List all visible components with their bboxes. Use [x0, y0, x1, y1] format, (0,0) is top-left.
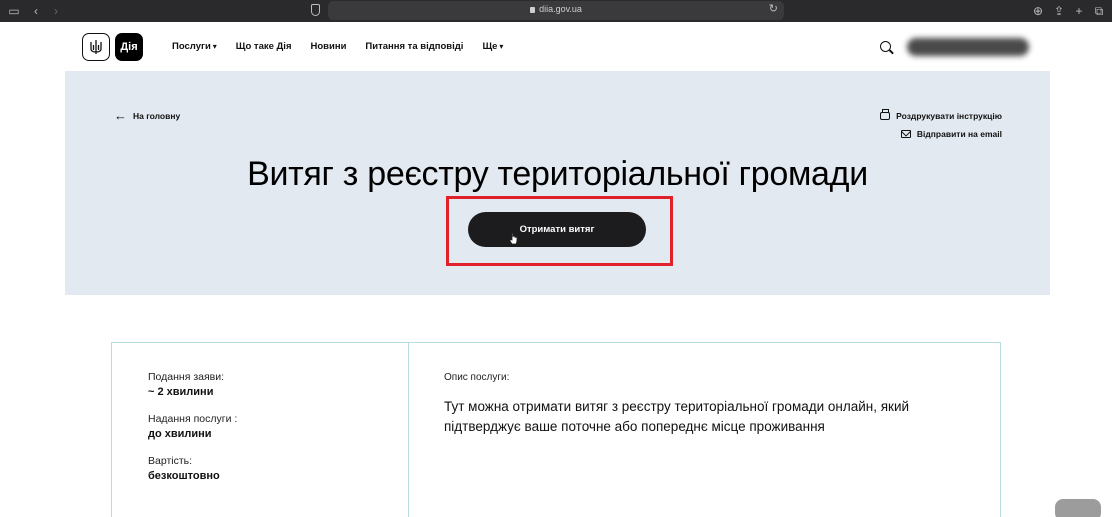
search-icon[interactable]	[880, 41, 891, 52]
page-title: Витяг з реєстру територіальної громади	[247, 155, 868, 193]
video-overlay-button[interactable]	[1055, 499, 1101, 517]
nav-item-news[interactable]: Новини	[310, 41, 346, 52]
browser-toolbar: ▭ ‹ › diia.gov.ua ↻ ⊕ ⇪ + ⧉	[0, 0, 1112, 22]
print-label: Роздрукувати інструкцію	[896, 111, 1002, 121]
hand-cursor-icon	[509, 233, 518, 245]
card-divider	[408, 343, 409, 517]
reload-icon[interactable]: ↻	[769, 2, 778, 15]
back-to-home-link[interactable]: ← На головну	[114, 108, 181, 123]
printer-icon	[880, 109, 891, 120]
nav-item-services[interactable]: Послуги	[172, 41, 217, 52]
mail-icon	[900, 130, 911, 138]
service-info-card: Подання заяви: ~ 2 хвилини Надання послу…	[111, 342, 1001, 517]
page-margin-right	[1050, 22, 1112, 517]
privacy-shield-icon[interactable]	[311, 4, 320, 16]
address-url: diia.gov.ua	[539, 4, 582, 14]
tabs-overview-icon[interactable]: ⧉	[1091, 3, 1107, 19]
diia-logo[interactable]: Дія	[115, 33, 143, 61]
cost-label: Вартість:	[148, 455, 193, 467]
download-icon[interactable]: ⊕	[1030, 3, 1046, 19]
login-button-blurred[interactable]	[907, 38, 1029, 56]
application-value: ~ 2 хвилини	[148, 386, 214, 398]
service-label: Надання послуги :	[148, 413, 238, 425]
address-bar[interactable]: diia.gov.ua ↻	[328, 1, 784, 20]
trident-icon	[90, 40, 102, 54]
application-time: Подання заяви: ~ 2 хвилини	[148, 371, 224, 398]
print-instruction-link[interactable]: Роздрукувати інструкцію	[880, 109, 1002, 121]
forward-icon[interactable]: ›	[48, 3, 64, 19]
sidebar-icon[interactable]: ▭	[6, 3, 22, 19]
service-time: Надання послуги : до хвилини	[148, 413, 237, 440]
nav-item-more[interactable]: Ще	[482, 41, 503, 52]
description-label: Опис послуги:	[444, 372, 510, 383]
back-label: На головну	[133, 111, 181, 121]
nav-item-faq[interactable]: Питання та відповіді	[365, 41, 463, 52]
site-header: Дія Послуги Що таке Дія Новини Питання т…	[65, 22, 1050, 71]
back-icon[interactable]: ‹	[28, 3, 44, 19]
new-tab-icon[interactable]: +	[1071, 3, 1087, 19]
page-margin-left	[0, 22, 65, 517]
email-label: Відправити на email	[916, 129, 1002, 139]
lock-icon	[530, 7, 536, 13]
service-cost: Вартість: безкоштовно	[148, 455, 220, 482]
nav-item-about[interactable]: Що таке Дія	[236, 41, 292, 52]
highlight-box	[446, 196, 673, 266]
application-label: Подання заяви:	[148, 371, 225, 383]
description-text: Тут можна отримати витяг з реєстру терит…	[444, 399, 910, 434]
send-email-link[interactable]: Відправити на email	[900, 129, 1002, 139]
service-value: до хвилини	[148, 428, 212, 440]
share-icon[interactable]: ⇪	[1051, 3, 1067, 19]
hero-section: ← На головну Роздрукувати інструкцію Від…	[65, 71, 1050, 295]
arrow-left-icon: ←	[114, 108, 127, 123]
trident-logo[interactable]	[82, 33, 110, 61]
cost-value: безкоштовно	[148, 470, 220, 482]
main-nav: Послуги Що таке Дія Новини Питання та ві…	[172, 41, 503, 52]
